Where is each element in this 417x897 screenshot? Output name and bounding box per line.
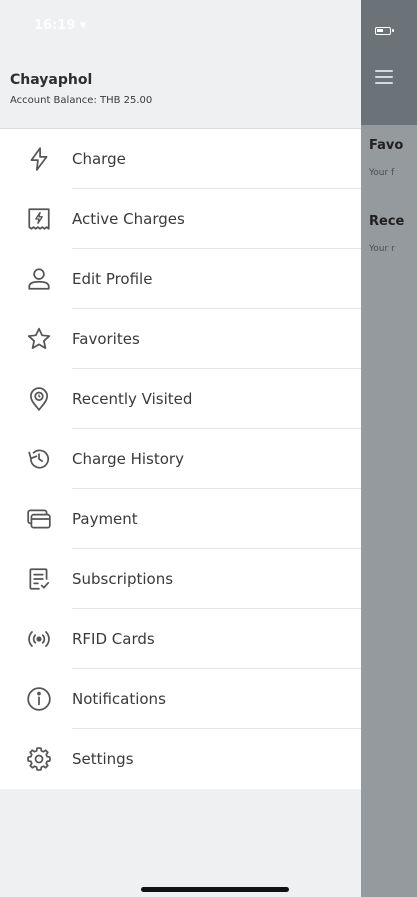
menu-item-label: RFID Cards — [72, 630, 155, 648]
menu-item-subscriptions[interactable]: Subscriptions — [0, 549, 361, 609]
rfid-icon — [26, 626, 52, 652]
menu-item-label: Active Charges — [72, 210, 185, 228]
menu-item-charge[interactable]: Charge — [0, 129, 361, 189]
menu-item-label: Subscriptions — [72, 570, 174, 588]
menu-item-active-charges[interactable]: Active Charges — [0, 189, 361, 249]
menu-item-recently-visited[interactable]: Recently Visited — [0, 369, 361, 429]
navigation-drawer: 16:19 ▾ Chayaphol Account Balance: THB 2… — [0, 0, 361, 897]
user-icon — [26, 266, 52, 292]
location-history-icon — [26, 386, 52, 412]
home-indicator[interactable] — [141, 887, 289, 892]
menu-item-label: Edit Profile — [72, 270, 153, 288]
info-icon — [26, 686, 52, 712]
menu-item-label: Favorites — [72, 330, 140, 348]
account-balance: Account Balance: THB 25.00 — [10, 95, 153, 106]
history-icon — [26, 446, 52, 472]
main-section-subtitle: Your f — [369, 168, 395, 178]
menu-item-label: Recently Visited — [72, 390, 193, 408]
account-name: Chayaphol — [10, 72, 93, 88]
menu-item-label: Charge History — [72, 450, 184, 468]
menu-item-payment[interactable]: Payment — [0, 489, 361, 549]
menu-item-notifications[interactable]: Notifications — [0, 669, 361, 729]
drawer-footer — [0, 789, 361, 897]
status-time: 16:19 ▾ — [34, 18, 87, 33]
subscription-list-icon — [26, 566, 52, 592]
charging-receipt-icon — [26, 206, 52, 232]
star-icon — [26, 326, 52, 352]
main-content-overlay[interactable]: Favo Your f Rece Your r — [361, 0, 417, 897]
menu-item-label: Settings — [72, 750, 134, 768]
menu-item-rfid-cards[interactable]: RFID Cards — [0, 609, 361, 669]
battery-icon — [375, 27, 394, 35]
hamburger-menu-icon[interactable] — [375, 70, 393, 84]
main-section-subtitle: Your r — [369, 244, 395, 254]
main-section-title: Rece — [369, 214, 405, 229]
menu-item-edit-profile[interactable]: Edit Profile — [0, 249, 361, 309]
menu-item-label: Payment — [72, 510, 138, 528]
menu-item-charge-history[interactable]: Charge History — [0, 429, 361, 489]
drawer-menu-list: Charge Active Charges Edit Profile Favor… — [0, 129, 361, 789]
menu-item-label: Notifications — [72, 690, 166, 708]
menu-item-label: Charge — [72, 150, 126, 168]
gear-icon — [26, 746, 52, 772]
credit-card-icon — [26, 506, 52, 532]
lightning-icon — [26, 146, 52, 172]
menu-item-settings[interactable]: Settings — [0, 729, 361, 789]
menu-item-favorites[interactable]: Favorites — [0, 309, 361, 369]
main-section-title: Favo — [369, 138, 404, 153]
main-header — [361, 0, 417, 125]
drawer-header: 16:19 ▾ Chayaphol Account Balance: THB 2… — [0, 0, 361, 129]
